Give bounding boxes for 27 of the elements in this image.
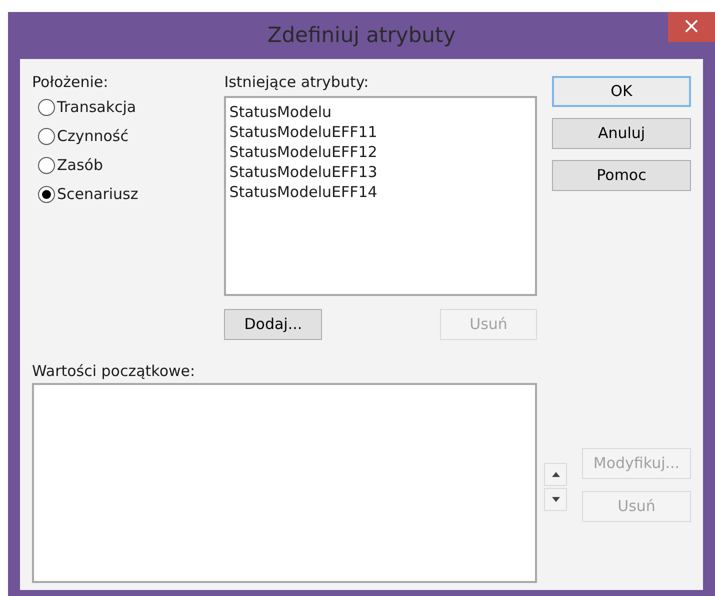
attribute-list[interactable]: StatusModelu StatusModeluEFF11 StatusModeluEFF12 StatusModeluEFF13 StatusModeluEFF14 <box>224 96 537 296</box>
radio-label[interactable]: Czynność <box>57 125 128 148</box>
close-button[interactable]: × <box>668 12 715 42</box>
list-item[interactable]: StatusModeluEFF11 <box>229 122 532 142</box>
radio-button[interactable] <box>38 128 55 145</box>
default-button[interactable]: OK <box>552 76 691 107</box>
list-item[interactable]: StatusModelu <box>229 102 532 122</box>
radio-button[interactable] <box>38 186 55 203</box>
down-arrow-button[interactable] <box>544 488 567 511</box>
radio-button[interactable] <box>38 99 55 116</box>
list-item[interactable]: StatusModeluEFF13 <box>229 162 532 182</box>
radio-label[interactable]: Scenariusz <box>57 183 138 206</box>
list-label: Wartości początkowe: <box>32 361 196 382</box>
list-item[interactable]: StatusModeluEFF14 <box>229 182 532 202</box>
window-title: Zdefiniuj atrybuty <box>267 22 456 49</box>
radio-label[interactable]: Zasób <box>57 154 103 177</box>
list-item[interactable]: StatusModeluEFF12 <box>229 142 532 162</box>
list-label: Istniejące atrybuty: <box>224 72 370 93</box>
radio-label[interactable]: Transakcja <box>57 96 136 119</box>
group-label: Położenie: <box>32 72 110 93</box>
push-button[interactable]: Anuluj <box>552 118 691 149</box>
push-button[interactable]: Dodaj... <box>224 309 322 340</box>
push-button[interactable]: Pomoc <box>552 160 691 191</box>
radio-button[interactable] <box>38 157 55 174</box>
up-arrow-button[interactable] <box>544 463 567 486</box>
up-arrow-icon <box>552 472 560 477</box>
down-arrow-icon <box>552 497 560 502</box>
